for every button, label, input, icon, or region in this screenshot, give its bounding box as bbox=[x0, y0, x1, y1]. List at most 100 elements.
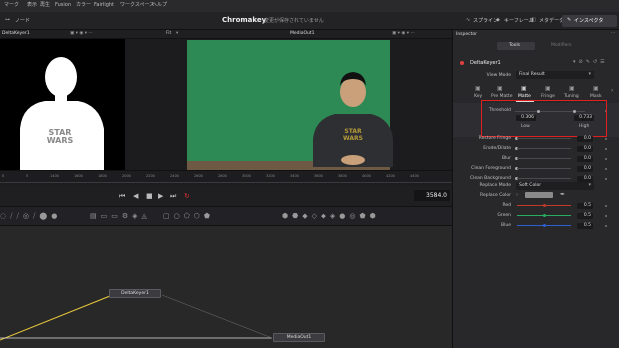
tool-icons-shapes[interactable]: ▢○⬠⬡⬟ bbox=[163, 213, 214, 220]
tab-modifiers[interactable]: Modifiers bbox=[551, 43, 572, 49]
view-mode-label: View Mode bbox=[486, 73, 511, 78]
subtab-tuning[interactable]: Tuning bbox=[564, 94, 579, 100]
keyframe-button[interactable]: キーフレーム bbox=[504, 19, 534, 24]
rgb-label: Green bbox=[497, 213, 511, 218]
timeline-ruler[interactable]: 0 5 1400 1600 1800 2000 2200 2400 2600 2800 3000 32… bbox=[0, 170, 452, 186]
keyframe-icon[interactable]: ◆ bbox=[496, 18, 500, 23]
timeline-tick: 4000 bbox=[362, 174, 371, 178]
menu-item-color[interactable]: カラー bbox=[76, 3, 91, 8]
menu-item-workspace[interactable]: ワークスペース bbox=[120, 3, 154, 8]
keyframe-dot[interactable] bbox=[605, 138, 607, 140]
param-value-field[interactable]: 0.0 bbox=[577, 166, 593, 172]
timeline-tick: 1600 bbox=[74, 174, 83, 178]
param-slider[interactable] bbox=[517, 168, 571, 169]
inspector-more-icon[interactable]: ··· bbox=[611, 31, 615, 37]
timeline-tick: 3000 bbox=[242, 174, 251, 178]
subtab-matte[interactable]: Matte bbox=[518, 94, 531, 100]
go-to-end-icon[interactable]: ⏭ bbox=[170, 193, 176, 200]
metadata-icon[interactable]: ◧ bbox=[531, 18, 536, 23]
node-mediaout[interactable]: MediaOut1 bbox=[273, 333, 325, 342]
loop-icon[interactable]: ↻ bbox=[184, 193, 190, 200]
node-deltakeyer[interactable]: DeltaKeyer1 bbox=[109, 289, 161, 298]
chevron-right-icon[interactable]: › bbox=[516, 193, 518, 198]
subtab-pre-matte[interactable]: Pre Matte bbox=[491, 94, 513, 100]
rgb-value-field[interactable]: 0.5 bbox=[577, 223, 593, 229]
subtab-key[interactable]: Key bbox=[474, 94, 482, 100]
left-viewer[interactable]: STAR WARS bbox=[0, 39, 125, 170]
param-label: Blur bbox=[501, 156, 511, 161]
spline-button[interactable]: スプライン bbox=[473, 19, 498, 24]
stop-icon[interactable]: ■ bbox=[146, 193, 153, 200]
nodes-button[interactable]: ノード bbox=[15, 19, 30, 24]
keyframe-dot[interactable] bbox=[605, 215, 607, 217]
menu-item-fairlight[interactable]: Fairlight bbox=[94, 3, 114, 8]
right-viewer[interactable]: STAR WARS bbox=[125, 39, 452, 170]
tool-icons-middle[interactable]: ▤▭▭⚙◈◬ bbox=[90, 213, 151, 220]
keyframe-dot[interactable] bbox=[605, 205, 607, 207]
metadata-button[interactable]: メタデータ bbox=[539, 19, 564, 24]
chevron-down-icon[interactable]: ▾ bbox=[176, 31, 178, 37]
param-label: Erode/Dilate bbox=[483, 146, 511, 151]
menu-item-mark[interactable]: マーク bbox=[4, 3, 19, 8]
rgb-label: Red bbox=[502, 203, 511, 208]
tab-tools-label: Tools bbox=[509, 43, 521, 48]
rgb-label: Blue bbox=[501, 223, 511, 228]
replace-color-swatch[interactable] bbox=[525, 192, 553, 198]
tab-tools[interactable]: Tools bbox=[497, 42, 535, 50]
rgb-value-field[interactable]: 0.5 bbox=[577, 213, 593, 219]
play-icon[interactable]: ▶ bbox=[158, 193, 163, 200]
tool-icons-right[interactable]: ⬢⬣◆◇⬥◈●◎⬟⬢ bbox=[282, 213, 380, 220]
subtab-fringe[interactable]: Fringe bbox=[541, 94, 555, 100]
inspector-toggle-button[interactable]: ✎ インスペクタ bbox=[562, 15, 617, 27]
left-viewer-title: DeltaKeyer1 bbox=[2, 31, 30, 36]
node-header-icons[interactable]: ▾⊘✎↺☰ bbox=[573, 60, 608, 65]
go-to-start-icon[interactable]: ⏮ bbox=[119, 193, 125, 200]
menu-item-view[interactable]: 表示 bbox=[27, 3, 37, 8]
param-value-field[interactable]: 0.0 bbox=[577, 136, 593, 142]
timeline-tick: 2000 bbox=[122, 174, 131, 178]
view-mode-select[interactable]: Final Result ▾ bbox=[516, 71, 594, 79]
node-tree-icon[interactable]: ⊶ bbox=[5, 18, 10, 23]
timeline-tick: 0 bbox=[2, 174, 5, 178]
timeline-tick: 3200 bbox=[266, 174, 275, 178]
timeline-tick: 4200 bbox=[386, 174, 395, 178]
timeline-tick: 2800 bbox=[218, 174, 227, 178]
keyframe-dot[interactable] bbox=[605, 158, 607, 160]
keyframe-dot[interactable] bbox=[605, 168, 607, 170]
matte-silhouette: STAR WARS bbox=[0, 39, 125, 170]
play-reverse-icon[interactable]: ◀ bbox=[133, 193, 138, 200]
highlight-box bbox=[481, 100, 607, 137]
chevron-right-icon[interactable]: › bbox=[611, 88, 613, 94]
rgb-slider-handle[interactable] bbox=[543, 214, 546, 217]
menu-item-help[interactable]: ヘルプ bbox=[152, 3, 167, 8]
node-editor[interactable]: DeltaKeyer1 MediaOut1 bbox=[0, 226, 452, 348]
spline-icon[interactable]: ∿ bbox=[466, 18, 470, 23]
rgb-slider-handle[interactable] bbox=[543, 204, 546, 207]
keyframe-dot[interactable] bbox=[605, 225, 607, 227]
keyframe-dot[interactable] bbox=[605, 148, 607, 150]
param-slider[interactable] bbox=[517, 148, 571, 149]
param-slider[interactable] bbox=[517, 138, 571, 139]
param-value-field[interactable]: 0.0 bbox=[577, 156, 593, 162]
matte-tab-icon: ▣ bbox=[521, 85, 527, 92]
menu-item-fusion[interactable]: Fusion bbox=[55, 3, 71, 8]
viewer-header: DeltaKeyer1 ▣ ▾ ◉ ▾ ··· Fit ▾ MediaOut1 … bbox=[0, 30, 452, 39]
rgb-value-field[interactable]: 0.5 bbox=[577, 203, 593, 209]
right-viewer-controls[interactable]: ▣ ▾ ◉ ▾ ··· bbox=[392, 31, 415, 37]
fit-dropdown[interactable]: Fit bbox=[166, 31, 171, 37]
menu-item-playback[interactable]: 再生 bbox=[40, 3, 50, 8]
keyframe-dot[interactable] bbox=[605, 178, 607, 180]
param-slider[interactable] bbox=[517, 158, 571, 159]
subtab-mask[interactable]: Mask bbox=[590, 94, 602, 100]
right-viewer-title: MediaOut1 bbox=[290, 31, 315, 36]
replace-mode-select[interactable]: Soft Color ▾ bbox=[516, 182, 594, 190]
param-slider[interactable] bbox=[517, 178, 571, 179]
node-color-dot bbox=[460, 61, 464, 65]
left-viewer-controls[interactable]: ▣ ▾ ◉ ▾ ··· bbox=[70, 31, 93, 37]
eyedropper-icon[interactable]: ✒ bbox=[560, 192, 565, 198]
node-name: DeltaKeyer1 bbox=[470, 60, 501, 66]
rgb-slider-handle[interactable] bbox=[543, 224, 546, 227]
tool-icons-left[interactable]: ◌⧸⧸◎⧸⬤● bbox=[0, 213, 61, 220]
param-value-field[interactable]: 0.0 bbox=[577, 146, 593, 152]
timecode-field[interactable]: 3584.0 bbox=[414, 190, 450, 201]
